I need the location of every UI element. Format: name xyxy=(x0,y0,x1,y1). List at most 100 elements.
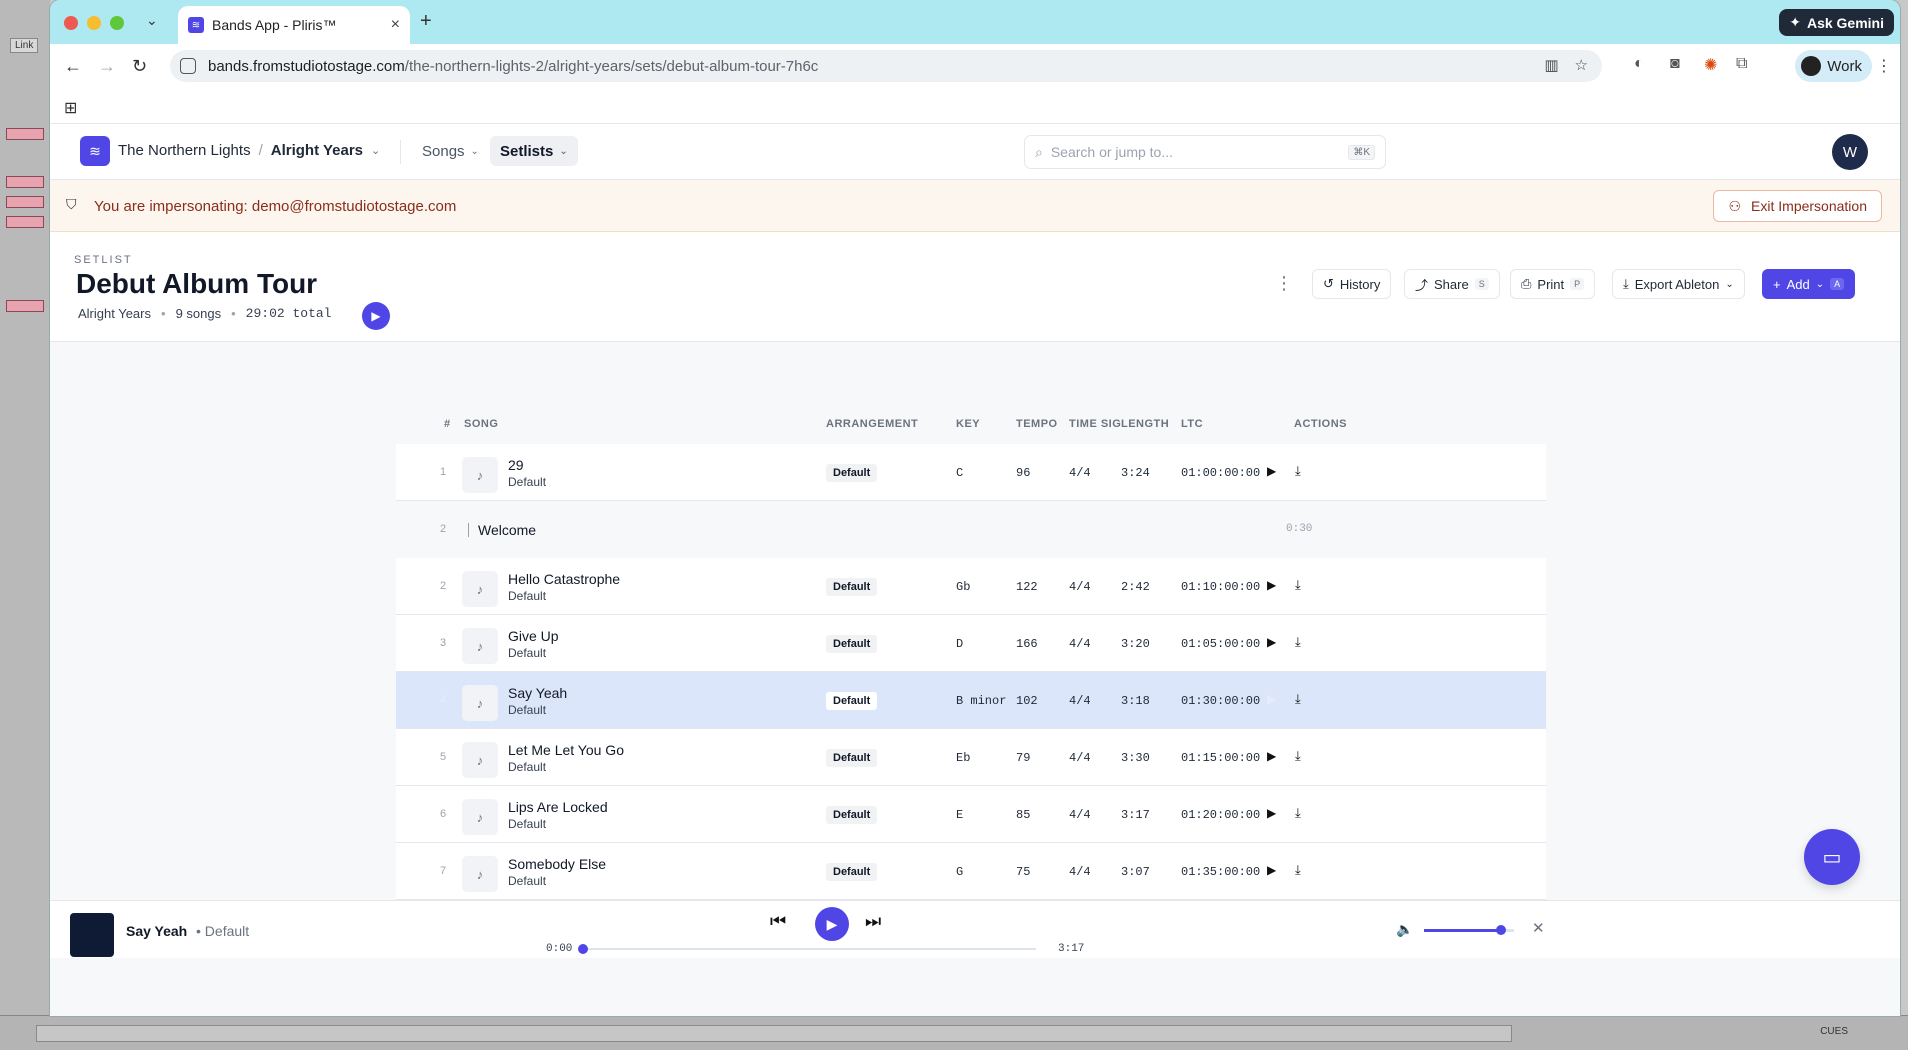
close-window-button[interactable] xyxy=(64,16,78,30)
volume-icon[interactable]: 🔈 xyxy=(1396,921,1413,938)
app-logo-icon[interactable]: ≋ xyxy=(80,136,110,166)
puzzle-icon[interactable]: ⧉ xyxy=(1736,55,1747,73)
download-icon[interactable]: ⤓ xyxy=(1295,691,1301,707)
play-icon[interactable]: ▶ xyxy=(1267,578,1276,592)
play-icon[interactable]: ▶ xyxy=(1267,806,1276,820)
arrangement-badge[interactable]: Default xyxy=(826,635,878,653)
tab-search-chevron-icon[interactable]: ⌄ xyxy=(146,12,158,29)
volume-slider[interactable] xyxy=(1424,925,1514,935)
chevron-down-icon[interactable]: ⌄ xyxy=(371,144,380,157)
progress-knob[interactable] xyxy=(578,944,588,954)
minimize-window-button[interactable] xyxy=(87,16,101,30)
download-icon[interactable]: ⤓ xyxy=(1295,748,1301,764)
arrangement-badge[interactable]: Default xyxy=(826,464,878,482)
browser-tab[interactable]: ≋ Bands App - Pliris™ × xyxy=(178,6,410,44)
camera-icon[interactable]: ◙ xyxy=(1670,55,1680,73)
close-tab-icon[interactable]: × xyxy=(391,16,400,34)
exit-impersonation-button[interactable]: ⚇ Exit Impersonation xyxy=(1713,190,1882,222)
song-name[interactable]: Somebody Else xyxy=(508,856,606,872)
history-button[interactable]: ↺ History xyxy=(1312,269,1392,299)
table-row[interactable]: 6 ♪ Lips Are Locked Default Default E 85… xyxy=(396,786,1546,843)
new-tab-button[interactable]: + xyxy=(420,10,432,33)
volume-fill xyxy=(1424,929,1501,932)
download-icon[interactable]: ⤓ xyxy=(1295,463,1301,479)
song-name[interactable]: Lips Are Locked xyxy=(508,799,608,815)
extension-icon[interactable]: ◐ xyxy=(1634,55,1644,73)
table-row[interactable]: 7 ♪ Somebody Else Default Default G 75 4… xyxy=(396,843,1546,900)
search-input[interactable]: ⌕ Search or jump to... ⌘K xyxy=(1024,135,1386,169)
reader-mode-icon[interactable]: ▥ xyxy=(1544,56,1558,74)
download-icon[interactable]: ⤓ xyxy=(1295,862,1301,878)
play-icon[interactable]: ▶ xyxy=(1267,635,1276,649)
play-icon[interactable]: ▶ xyxy=(1267,749,1276,763)
add-button[interactable]: + Add ⌄ A xyxy=(1762,269,1856,299)
arrangement-badge[interactable]: Default xyxy=(826,749,878,767)
search-placeholder: Search or jump to... xyxy=(1050,144,1174,160)
table-row[interactable]: 3 ♪ Give Up Default Default D 166 4/4 3:… xyxy=(396,615,1546,672)
ask-gemini-label: Ask Gemini xyxy=(1806,14,1884,31)
song-time-sig: 4/4 xyxy=(1069,694,1091,708)
profile-avatar xyxy=(1801,56,1822,76)
profile-button[interactable]: Work xyxy=(1795,50,1872,82)
song-name[interactable]: Give Up xyxy=(508,628,559,644)
more-options-icon[interactable]: ⋮ xyxy=(1275,273,1293,294)
volume-knob[interactable] xyxy=(1495,925,1506,935)
daw-link-label: Link xyxy=(10,38,39,53)
bookmark-star-icon[interactable]: ☆ xyxy=(1575,56,1588,74)
break-row[interactable]: 2 Welcome 0:30 xyxy=(396,501,1546,558)
forward-arrow-icon[interactable]: → xyxy=(98,56,116,77)
share-button[interactable]: ⤴ Share S xyxy=(1404,269,1500,299)
song-name[interactable]: 29 xyxy=(508,457,524,473)
arrangement-badge[interactable]: Default xyxy=(826,806,878,824)
tab-songs[interactable]: Songs ⌄ xyxy=(412,136,489,166)
skip-forward-icon[interactable]: ⏭ xyxy=(865,911,881,932)
download-icon[interactable]: ⤓ xyxy=(1295,805,1301,821)
arrangement-badge[interactable]: Default xyxy=(826,578,878,596)
play-icon[interactable]: ▶ xyxy=(1267,863,1276,877)
breadcrumb-separator: / xyxy=(258,142,263,159)
breadcrumb-band[interactable]: The Northern Lights xyxy=(118,142,251,159)
play-setlist-button[interactable]: ▶ xyxy=(362,302,390,330)
song-name[interactable]: Say Yeah xyxy=(508,685,567,701)
url-path: /the-northern-lights-2/alright-years/set… xyxy=(404,57,819,75)
browser-menu-icon[interactable]: ⋮ xyxy=(1876,56,1892,76)
song-length: 3:18 xyxy=(1121,694,1150,708)
share-shortcut: S xyxy=(1474,278,1489,290)
ask-gemini-button[interactable]: ✦ Ask Gemini xyxy=(1779,9,1894,36)
user-avatar[interactable]: W xyxy=(1832,134,1868,170)
song-length: 3:20 xyxy=(1121,637,1150,651)
print-button[interactable]: ⎙ Print P xyxy=(1510,269,1596,299)
player-play-button[interactable]: ▶ xyxy=(815,907,849,941)
breadcrumb-project[interactable]: Alright Years xyxy=(271,142,363,159)
song-name[interactable]: Let Me Let You Go xyxy=(508,742,624,758)
play-icon[interactable]: ▶ xyxy=(1267,692,1276,706)
chat-button[interactable]: ▭ xyxy=(1804,829,1860,885)
progress-slider[interactable] xyxy=(578,944,1036,954)
col-song: SONG xyxy=(464,418,499,430)
download-icon[interactable]: ⤓ xyxy=(1295,577,1301,593)
arrangement-badge[interactable]: Default xyxy=(826,692,878,710)
daw-scroll-bar[interactable] xyxy=(36,1025,1512,1042)
export-ableton-button[interactable]: ⤓ Export Ableton ⌄ xyxy=(1612,269,1745,299)
site-info-icon[interactable] xyxy=(180,58,196,74)
back-arrow-icon[interactable]: ← xyxy=(64,56,82,77)
extension-icon[interactable]: ✺ xyxy=(1704,55,1717,75)
table-row[interactable]: 1 ♪ 29 Default Default C 96 4/4 3:24 01:… xyxy=(396,444,1546,501)
tab-setlists[interactable]: Setlists ⌄ xyxy=(490,136,578,166)
skip-back-icon[interactable]: ⏮ xyxy=(770,911,786,932)
table-row[interactable]: 2 ♪ Hello Catastrophe Default Default Gb… xyxy=(396,558,1546,615)
apps-grid-icon[interactable]: ⊞ xyxy=(64,98,77,118)
music-note-icon: ♪ xyxy=(462,856,498,892)
table-row-selected[interactable]: 4 ♪ Say Yeah Default Default B minor 102… xyxy=(396,672,1546,729)
play-icon[interactable]: ▶ xyxy=(1267,464,1276,478)
share-label: Share xyxy=(1434,276,1469,292)
maximize-window-button[interactable] xyxy=(110,16,124,30)
download-icon[interactable]: ⤓ xyxy=(1295,634,1301,650)
url-field[interactable]: bands.fromstudiotostage.com/the-northern… xyxy=(170,50,1602,82)
arrangement-badge[interactable]: Default xyxy=(826,863,878,881)
reload-icon[interactable]: ↻ xyxy=(132,56,147,77)
table-row[interactable]: 5 ♪ Let Me Let You Go Default Default Eb… xyxy=(396,729,1546,786)
song-name[interactable]: Hello Catastrophe xyxy=(508,571,620,587)
meta-project: Alright Years xyxy=(78,306,151,321)
close-player-icon[interactable]: ✕ xyxy=(1532,919,1545,937)
